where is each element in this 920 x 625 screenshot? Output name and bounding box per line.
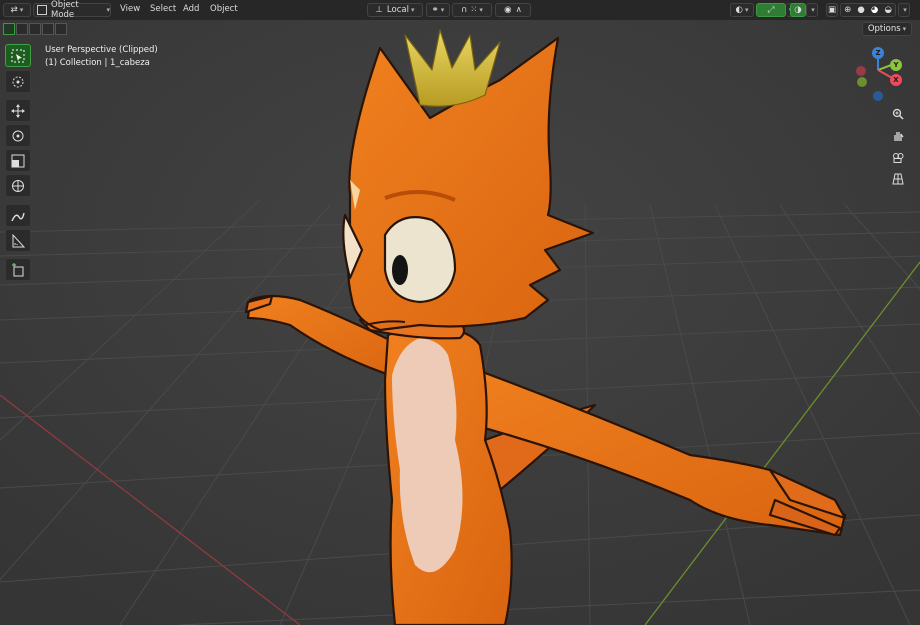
solid-shading-icon[interactable]: ● (857, 5, 864, 15)
select-extend-icon[interactable] (16, 23, 28, 35)
options-label: Options (867, 24, 901, 34)
menu-object[interactable]: Object (210, 4, 238, 14)
select-box-tool[interactable] (5, 44, 31, 67)
selection-mode-group (3, 23, 67, 37)
mode-label: Object Mode (51, 0, 79, 20)
eye-icon: ◐ (735, 5, 743, 15)
navigation-gizmo[interactable]: Z Y X (850, 44, 910, 104)
rendered-shading-icon[interactable]: ◒ (884, 5, 891, 15)
chevron-down-icon: ▾ (744, 6, 749, 14)
gizmo-neg-x-axis[interactable] (856, 66, 866, 76)
editor-type-icon: ⇄ (10, 5, 18, 15)
xray-icon: ▣ (827, 5, 837, 15)
measure-tool[interactable] (5, 229, 31, 252)
chevron-down-icon: ▾ (19, 6, 24, 14)
snap-grid-icon: ⁙ (470, 5, 478, 15)
editor-type-button[interactable]: ⇄ ▾ (3, 3, 31, 17)
gizmo-z-axis[interactable]: Z (872, 47, 884, 59)
perspective-toggle-button[interactable] (888, 169, 908, 189)
move-tool[interactable] (5, 99, 31, 122)
annotate-tool[interactable] (5, 204, 31, 227)
camera-view-button[interactable] (888, 148, 908, 168)
select-intersect-icon[interactable] (55, 23, 67, 35)
select-new-icon[interactable] (3, 23, 15, 35)
mode-dropdown[interactable]: Object Mode ▾ (33, 0, 111, 20)
chevron-down-icon: ▾ (479, 6, 483, 14)
chevron-down-icon: ▾ (410, 6, 415, 14)
material-shading-icon[interactable]: ◕ (871, 5, 878, 15)
transform-orientation-dropdown[interactable]: ⊥ Local ▾ (367, 3, 423, 17)
viewport-info: User Perspective (Clipped) (1) Collectio… (45, 44, 158, 70)
pan-button[interactable] (888, 126, 908, 146)
chevron-down-icon: ▾ (811, 6, 815, 14)
magnet-icon: ∩ (461, 5, 468, 15)
viewport-scene (0, 0, 920, 625)
pivot-point-button[interactable]: ⚭ ▾ (426, 3, 450, 17)
hand-icon (894, 132, 904, 141)
add-cube-tool[interactable] (5, 258, 31, 281)
add-cube-icon (12, 262, 24, 276)
gizmo-x-axis[interactable]: X (890, 74, 902, 86)
gizmo-y-axis[interactable]: Y (890, 59, 902, 71)
options-dropdown[interactable]: Options ▾ (862, 22, 912, 36)
wireframe-shading-icon[interactable]: ⊕ (844, 5, 851, 15)
active-collection-label: (1) Collection | 1_cabeza (45, 58, 150, 68)
viewport-header: ⇄ ▾ Object Mode ▾ View Select Add Object … (0, 0, 920, 20)
rotate-icon (12, 130, 24, 141)
overlays-dropdown[interactable]: ▾ (806, 3, 818, 17)
rotate-tool[interactable] (5, 124, 31, 147)
3d-viewport[interactable] (0, 0, 920, 625)
overlays-toggle-button[interactable]: ◑ (790, 3, 806, 17)
y-label: Y (893, 61, 899, 69)
chevron-down-icon: ▾ (106, 6, 111, 14)
shading-buttons[interactable]: ⊕ ● ◕ ◒ (840, 3, 896, 17)
annotate-icon (11, 212, 25, 221)
chevron-down-icon: ▾ (903, 6, 907, 14)
select-difference-icon[interactable] (42, 23, 54, 35)
menu-select[interactable]: Select (150, 4, 176, 14)
scale-icon (11, 154, 25, 167)
chevron-down-icon: ▾ (440, 6, 445, 14)
camera-icon (893, 153, 904, 163)
xray-button[interactable]: ▣ (826, 3, 838, 17)
orientation-icon: ⊥ (375, 5, 383, 15)
z-label: Z (875, 49, 881, 57)
transform-icon (12, 179, 24, 192)
cursor-icon (12, 76, 24, 87)
proportional-editing-button[interactable]: ◉ ∧ (495, 3, 531, 17)
move-icon (11, 103, 25, 118)
proportional-icon: ◉ (504, 5, 512, 15)
gizmo-neg-z-axis[interactable] (873, 91, 883, 101)
menu-view[interactable]: View (120, 4, 140, 14)
view-perspective-label: User Perspective (Clipped) (45, 45, 158, 55)
grid-perspective-icon (892, 173, 904, 185)
link-icon: ⚭ (431, 5, 439, 15)
chevron-down-icon: ▾ (902, 25, 907, 33)
visibility-button[interactable]: ◐ ▾ (730, 3, 754, 17)
overlays-icon: ◑ (794, 5, 802, 15)
select-subtract-icon[interactable] (29, 23, 41, 35)
measure-icon (12, 233, 25, 247)
object-mode-icon (37, 5, 47, 15)
gizmo-neg-y-axis[interactable] (857, 77, 867, 87)
zoom-button[interactable] (888, 104, 908, 124)
gizmo-icon: ⤢ (767, 5, 775, 15)
menu-add[interactable]: Add (183, 4, 199, 14)
zoom-icon (892, 108, 904, 120)
falloff-icon: ∧ (515, 5, 522, 15)
gizmo-toggle-button[interactable]: ⤢ (756, 3, 786, 17)
cursor-tool[interactable] (5, 70, 31, 93)
select-box-icon (11, 49, 25, 62)
x-label: X (893, 76, 899, 84)
shading-dropdown[interactable]: ▾ (898, 3, 910, 17)
scale-tool[interactable] (5, 149, 31, 172)
orientation-label: Local (386, 5, 409, 15)
transform-tool[interactable] (5, 174, 31, 197)
snapping-button[interactable]: ∩ ⁙ ▾ (452, 3, 492, 17)
